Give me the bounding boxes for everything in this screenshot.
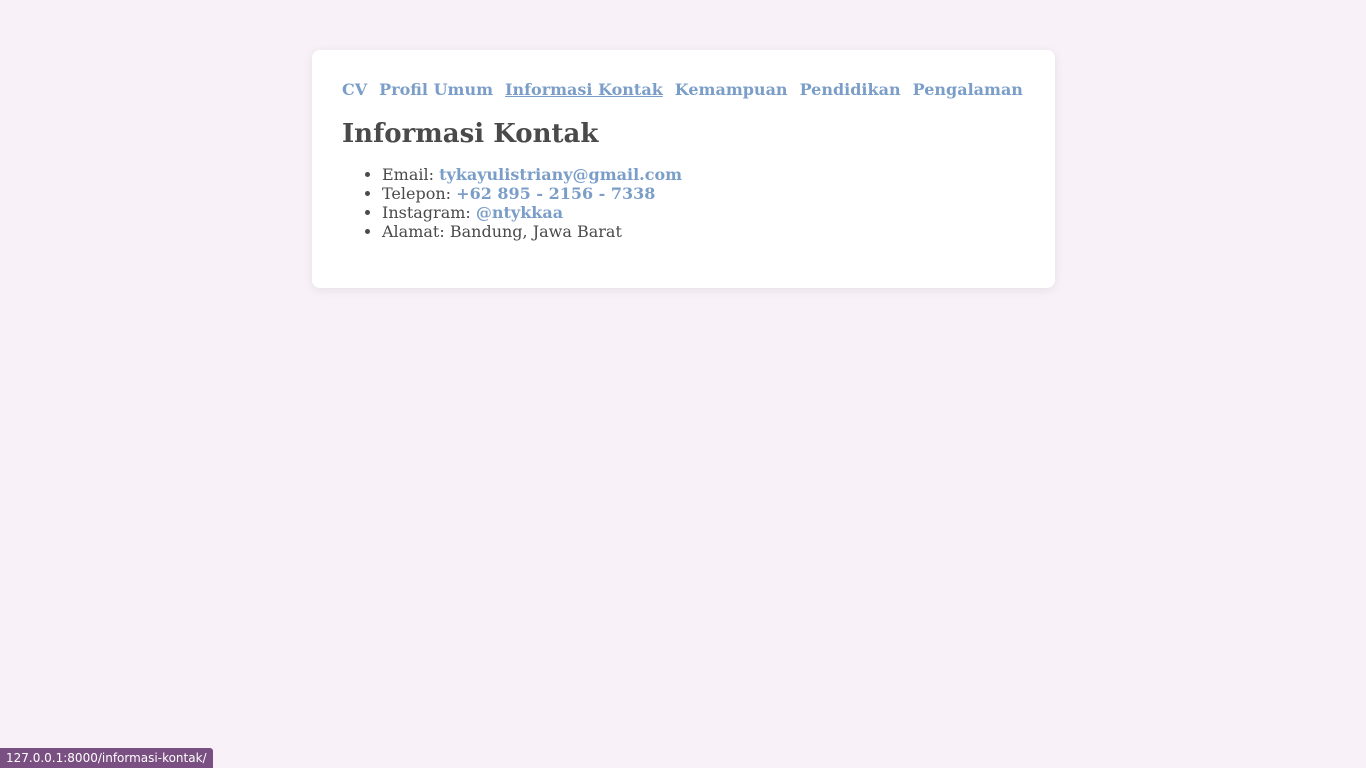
nav-link-cv[interactable]: CV [342,80,367,99]
top-nav: CV Profil Umum Informasi Kontak Kemampua… [342,80,1025,99]
contact-label: Alamat: [382,222,445,241]
status-bar-url: 127.0.0.1:8000/informasi-kontak/ [0,748,213,768]
nav-link-pendidikan[interactable]: Pendidikan [800,80,901,99]
nav-link-profil-umum[interactable]: Profil Umum [379,80,493,99]
instagram-link[interactable]: @ntykkaa [476,203,563,222]
contact-item-email: Email: tykayulistriany@gmail.com [382,165,1025,184]
nav-link-pengalaman[interactable]: Pengalaman [913,80,1023,99]
contact-item-phone: Telepon: +62 895 - 2156 - 7338 [382,184,1025,203]
page-title: Informasi Kontak [342,119,599,149]
contact-label: Email: [382,165,435,184]
contact-label: Instagram: [382,203,471,222]
nav-link-kemampuan[interactable]: Kemampuan [675,80,788,99]
content-card: CV Profil Umum Informasi Kontak Kemampua… [312,50,1055,288]
email-link[interactable]: tykayulistriany@gmail.com [439,165,682,184]
contact-list: Email: tykayulistriany@gmail.com Telepon… [342,165,1025,241]
contact-item-instagram: Instagram: @ntykkaa [382,203,1025,222]
nav-link-informasi-kontak[interactable]: Informasi Kontak [505,80,663,99]
contact-label: Telepon: [382,184,452,203]
phone-link[interactable]: +62 895 - 2156 - 7338 [456,184,655,203]
contact-item-address: Alamat: Bandung, Jawa Barat [382,222,1025,241]
address-value: Bandung, Jawa Barat [449,222,622,241]
